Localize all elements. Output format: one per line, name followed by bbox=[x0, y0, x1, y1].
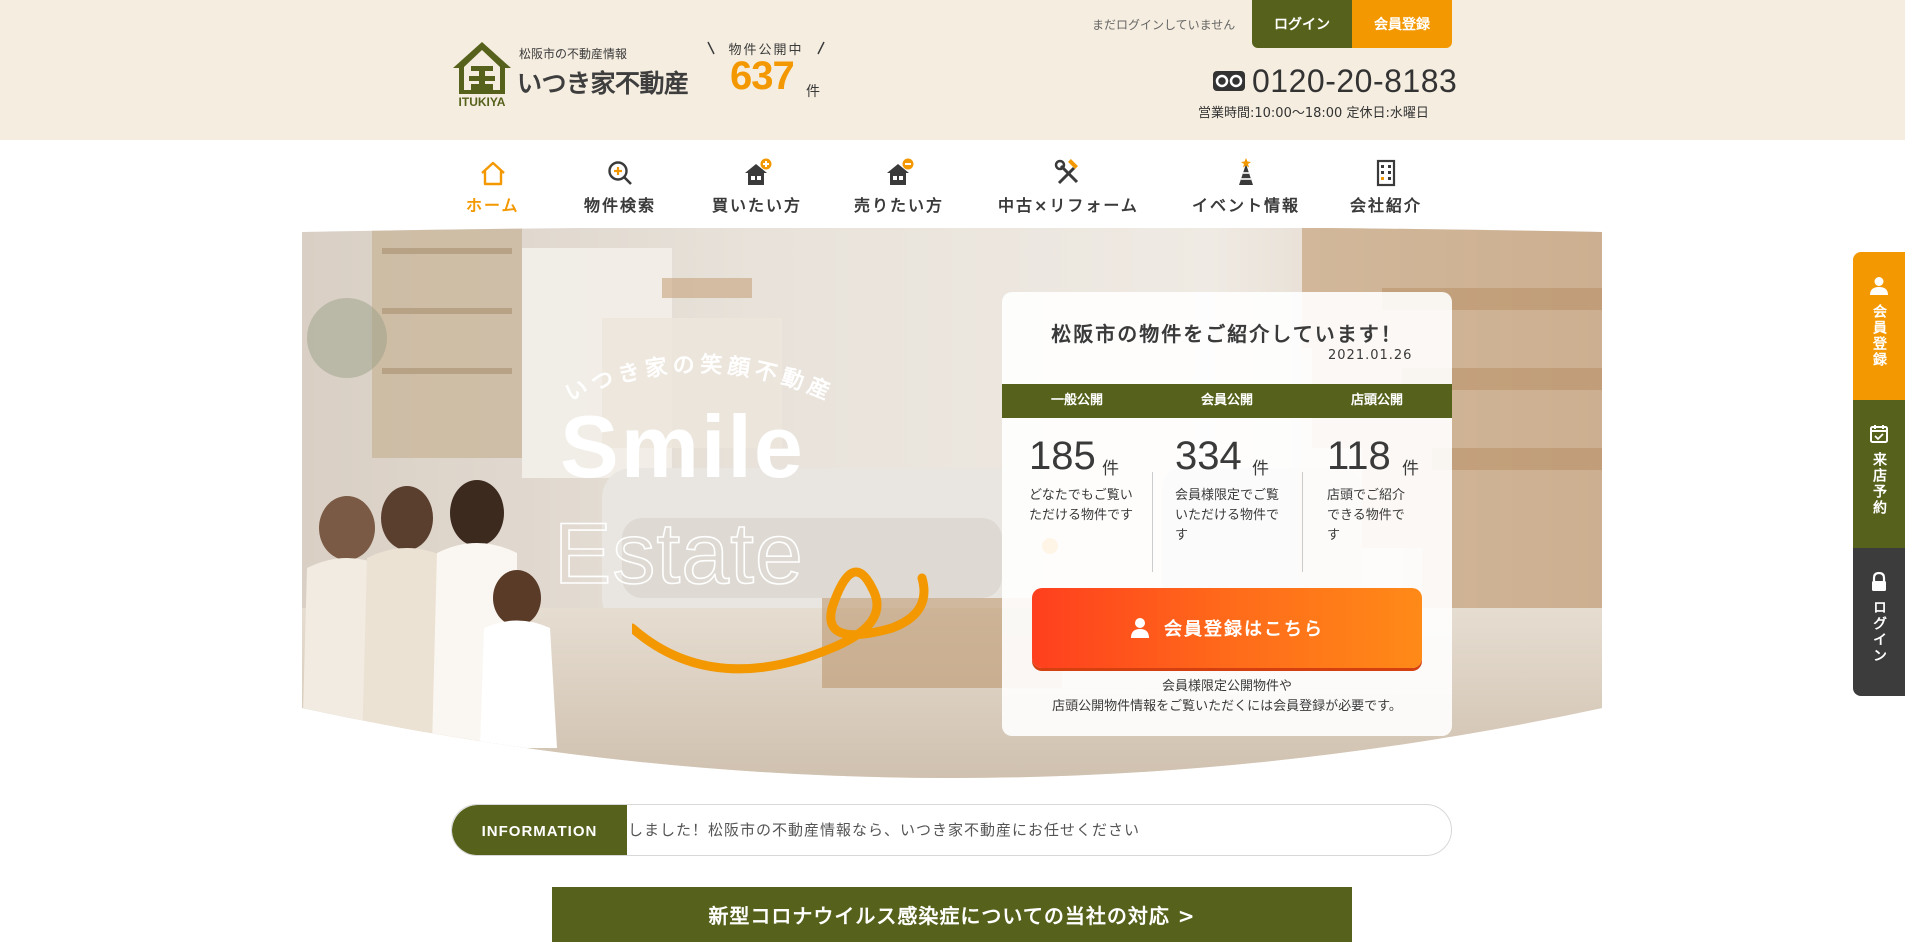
card-note-line1: 会員様限定公開物件や bbox=[1161, 679, 1292, 694]
column-header-member: 会員公開 bbox=[1200, 393, 1253, 408]
login-button[interactable]: ログイン bbox=[1252, 0, 1352, 48]
information-label: INFORMATION bbox=[452, 805, 627, 855]
logo-en-text: ITUKIYA bbox=[459, 95, 506, 108]
smile-curve-decoration bbox=[632, 567, 929, 674]
nav-label-company: 会社紹介 bbox=[1350, 196, 1423, 215]
hero-section: いつき家の笑顔不動産 Smile Estate 松阪市の物件をご紹介しています！… bbox=[302, 228, 1602, 783]
side-tab-login-label: ログイン bbox=[1871, 600, 1887, 664]
nav-item-sell[interactable]: 売りたい方 bbox=[854, 158, 944, 218]
nav-item-buy[interactable]: 買いたい方 bbox=[712, 158, 802, 218]
column-header-public: 一般公開 bbox=[1050, 393, 1103, 408]
nav-item-reform[interactable]: 中古×リフォーム bbox=[998, 158, 1139, 218]
stat-member: 334 件 会員様限定でご覧いただける物件です bbox=[1152, 434, 1302, 554]
logo-house-icon: ITUKIYA bbox=[453, 42, 511, 108]
published-unit: 件 bbox=[806, 84, 820, 100]
business-hours: 営業時間:10:00～18:00 定休日:水曜日 bbox=[1198, 106, 1429, 121]
column-header-store: 店頭公開 bbox=[1350, 393, 1403, 408]
information-ticker: INFORMATION しました！松阪市の不動産情報なら、いつき家不動産にお任せ… bbox=[451, 804, 1452, 856]
stat-store-desc: 店頭でご紹介できる物件です bbox=[1327, 488, 1406, 543]
person-icon bbox=[1870, 277, 1888, 295]
stat-public-count: 185 bbox=[1029, 434, 1096, 478]
nav-label-sell: 売りたい方 bbox=[854, 196, 945, 215]
card-title: 松阪市の物件をご紹介しています！ bbox=[1051, 322, 1403, 346]
party-hat-icon bbox=[1239, 158, 1253, 185]
published-count: 637 bbox=[730, 54, 795, 98]
logo-name: いつき家不動産 bbox=[517, 69, 689, 98]
calendar-icon bbox=[1870, 425, 1888, 443]
home-icon bbox=[480, 161, 505, 186]
stat-member-desc: 会員様限定でご覧いただける物件です bbox=[1175, 488, 1280, 543]
search-icon bbox=[608, 161, 632, 185]
side-tab-reservation-label: 来店予約 bbox=[1871, 452, 1887, 516]
logo-subtitle: 松阪市の不動産情報 bbox=[519, 47, 628, 61]
member-register-cta-button[interactable]: 会員登録はこちら bbox=[1032, 588, 1422, 668]
nav-label-reform: 中古×リフォーム bbox=[998, 196, 1139, 215]
hero-smile-text: Smile bbox=[560, 397, 805, 496]
card-note: 会員様限定公開物件や 店頭公開物件情報をご覧いただくには会員登録が必要です。 bbox=[1002, 677, 1452, 717]
card-date: 2021.01.26 bbox=[1328, 348, 1413, 363]
property-summary-card: 松阪市の物件をご紹介しています！ 2021.01.26 一般公開 会員公開 店頭… bbox=[1002, 292, 1452, 736]
stat-public-desc: どなたでもご覧いただける物件です bbox=[1029, 488, 1134, 523]
free-dial-icon bbox=[1213, 71, 1245, 91]
main-nav: ホーム 物件検索 買いたい方 売りたい方 中古×リフォーム イベント情報 会社紹… bbox=[460, 158, 1460, 218]
stat-member-count: 334 bbox=[1175, 434, 1242, 478]
site-header: ITUKIYA 松阪市の不動産情報 いつき家不動産 物件公開中 637 件 まだ… bbox=[0, 0, 1905, 140]
nav-label-events: イベント情報 bbox=[1192, 196, 1301, 215]
house-minus-icon bbox=[887, 158, 914, 185]
phone-number[interactable]: 0120-20-8183 bbox=[1212, 62, 1457, 100]
lock-icon bbox=[1872, 572, 1886, 591]
cta-label: 会員登録はこちら bbox=[1164, 619, 1324, 640]
nav-label-buy: 買いたい方 bbox=[712, 196, 803, 215]
card-note-line2: 店頭公開物件情報をご覧いただくには会員登録が必要です。 bbox=[1052, 699, 1402, 714]
stat-store-count: 118 bbox=[1327, 434, 1391, 478]
nav-item-events[interactable]: イベント情報 bbox=[1192, 158, 1300, 218]
stat-store-unit: 件 bbox=[1402, 459, 1419, 479]
tools-icon bbox=[1055, 159, 1079, 185]
phone-number-text: 0120-20-8183 bbox=[1252, 62, 1458, 99]
person-icon bbox=[1131, 618, 1149, 638]
side-tab-reservation[interactable]: 来店予約 bbox=[1853, 400, 1905, 548]
building-icon bbox=[1376, 159, 1396, 187]
stat-public-unit: 件 bbox=[1102, 459, 1119, 479]
nav-item-home[interactable]: ホーム bbox=[466, 158, 520, 218]
nav-label-search: 物件検索 bbox=[584, 196, 657, 215]
nav-item-company[interactable]: 会社紹介 bbox=[1350, 158, 1422, 218]
stat-member-unit: 件 bbox=[1252, 459, 1269, 479]
register-button[interactable]: 会員登録 bbox=[1352, 0, 1452, 48]
house-plus-icon bbox=[745, 158, 772, 185]
side-tab-register[interactable]: 会員登録 bbox=[1853, 252, 1905, 400]
published-count-box: 物件公開中 637 件 bbox=[706, 38, 826, 102]
nav-label-home: ホーム bbox=[466, 196, 520, 215]
side-tab-login[interactable]: ログイン bbox=[1853, 548, 1905, 696]
card-column-header: 一般公開 会員公開 店頭公開 bbox=[1002, 384, 1452, 418]
stat-public: 185 件 どなたでもご覧いただける物件です bbox=[1002, 434, 1152, 554]
corona-notice-banner[interactable]: 新型コロナウイルス感染症についての当社の対応 > bbox=[552, 887, 1352, 942]
login-status: まだログインしていません bbox=[1092, 18, 1236, 32]
header-wave-border bbox=[0, 132, 1905, 139]
side-tab-register-label: 会員登録 bbox=[1871, 304, 1887, 368]
stat-store: 118 件 店頭でご紹介できる物件です bbox=[1302, 434, 1452, 554]
information-text[interactable]: しました！松阪市の不動産情報なら、いつき家不動産にお任せください bbox=[628, 805, 1140, 855]
site-logo[interactable]: ITUKIYA 松阪市の不動産情報 いつき家不動産 bbox=[451, 38, 696, 108]
nav-item-search[interactable]: 物件検索 bbox=[584, 158, 656, 218]
